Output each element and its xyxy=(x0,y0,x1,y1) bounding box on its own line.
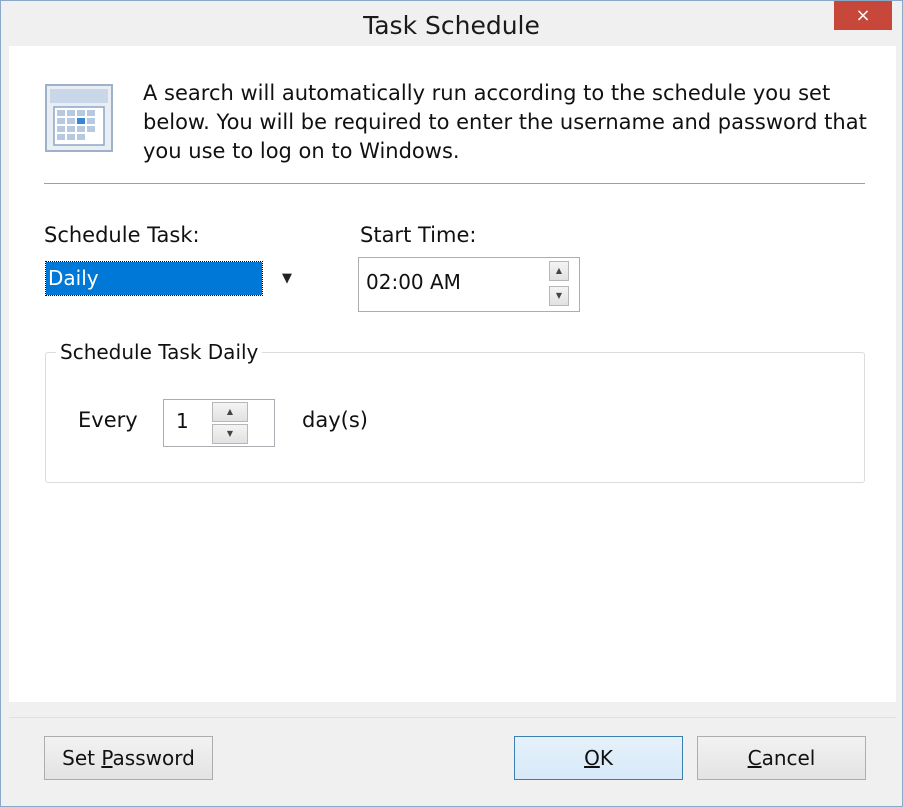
set-password-button[interactable]: Set Password xyxy=(44,736,213,780)
header-divider xyxy=(44,183,865,184)
set-password-label-pre: Set xyxy=(62,746,102,770)
ok-button[interactable]: OK xyxy=(514,736,683,780)
set-password-label-post: assword xyxy=(112,746,195,770)
every-days-field[interactable]: 1 ▲ ▼ xyxy=(163,399,275,447)
chevron-down-icon[interactable]: ▼ xyxy=(273,265,301,293)
cancel-label-post: ancel xyxy=(761,746,816,770)
schedule-description: A search will automatically run accordin… xyxy=(143,81,867,163)
every-days-up-button[interactable]: ▲ xyxy=(212,402,248,422)
ok-label-post: K xyxy=(599,746,613,770)
start-time-value: 02:00 AM xyxy=(366,270,461,294)
set-password-mnemonic: P xyxy=(101,746,113,770)
cancel-button[interactable]: Cancel xyxy=(697,736,866,780)
close-button[interactable]: × xyxy=(834,1,892,30)
days-unit-label: day(s) xyxy=(302,408,368,432)
schedule-task-select[interactable]: Daily ▼ xyxy=(44,259,305,298)
schedule-daily-title: Schedule Task Daily xyxy=(56,340,263,364)
schedule-task-label: Schedule Task: xyxy=(44,223,200,247)
start-time-label: Start Time: xyxy=(360,223,477,247)
start-time-field[interactable]: 02:00 AM ▲ ▼ xyxy=(358,257,580,312)
cancel-mnemonic: C xyxy=(747,746,762,770)
start-time-up-button[interactable]: ▲ xyxy=(549,261,569,281)
every-days-down-button[interactable]: ▼ xyxy=(212,424,248,444)
dialog-title: Task Schedule xyxy=(363,11,540,40)
every-days-value: 1 xyxy=(176,409,189,433)
calendar-icon xyxy=(45,84,113,152)
ok-mnemonic: O xyxy=(584,746,600,770)
start-time-down-button[interactable]: ▼ xyxy=(549,286,569,306)
schedule-task-selected: Daily xyxy=(45,261,263,296)
every-label: Every xyxy=(78,408,138,432)
title-bar[interactable]: Task Schedule × xyxy=(1,1,902,46)
